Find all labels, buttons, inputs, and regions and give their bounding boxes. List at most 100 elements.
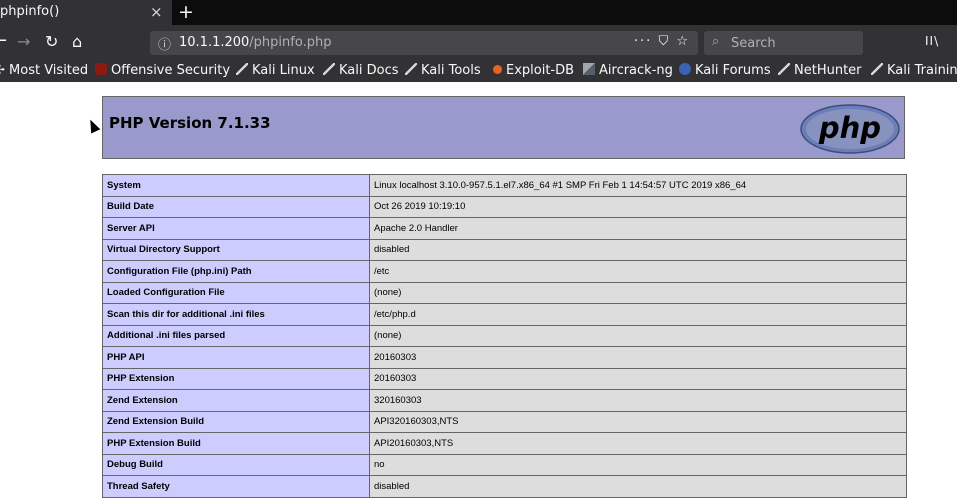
row-value: disabled (369, 475, 907, 498)
bookmark-label: Kali Linux (252, 63, 315, 78)
row-value: (none) (369, 281, 907, 304)
search-icon: ⌕ (712, 34, 720, 49)
row-key: PHP API (102, 346, 370, 369)
bookmark-offensive-security[interactable]: Offensive Security (95, 63, 230, 78)
bookmark-kali-linux[interactable]: Kali Linux (236, 63, 315, 78)
table-row: PHP API 20160303 (102, 346, 907, 369)
search-input[interactable] (731, 35, 851, 51)
bookmark-label: Kali Docs (339, 63, 399, 78)
url-host: 10.1.1.200 (179, 35, 250, 50)
page-title: PHP Version 7.1.33 (109, 114, 271, 132)
table-row: Thread Safety disabled (102, 475, 907, 498)
bookmark-nethunter[interactable]: NetHunter (778, 63, 862, 78)
row-key: Thread Safety (102, 475, 370, 498)
close-icon[interactable]: × (150, 3, 163, 21)
row-value: 320160303 (369, 389, 907, 412)
library-icon[interactable]: II\ (925, 34, 939, 48)
row-value: disabled (369, 238, 907, 261)
table-row: Debug Build no (102, 453, 907, 476)
forward-button[interactable]: → (17, 32, 30, 51)
new-tab-button[interactable]: + (178, 0, 194, 24)
bookmark-kali-training[interactable]: Kali Training (871, 63, 957, 78)
php-logo-text: php (818, 111, 881, 145)
row-value: 20160303 (369, 367, 907, 390)
row-key: Debug Build (102, 453, 370, 476)
kali-forums-icon (679, 63, 691, 75)
row-value: (none) (369, 324, 907, 347)
table-row: System Linux localhost 3.10.0-957.5.1.el7… (102, 174, 907, 197)
home-button[interactable]: ⌂ (72, 32, 82, 51)
url-text[interactable]: 10.1.1.200/phpinfo.php (179, 35, 331, 50)
row-value: 20160303 (369, 346, 907, 369)
row-key: Virtual Directory Support (102, 238, 370, 261)
bookmark-kali-docs[interactable]: Kali Docs (323, 63, 399, 78)
kali-dragon-icon (871, 63, 883, 75)
tab-phpinfo[interactable]: phpinfo() × (0, 0, 172, 25)
row-value: no (369, 453, 907, 476)
table-row: Scan this dir for additional .ini files /… (102, 303, 907, 326)
bookmark-label: Offensive Security (111, 63, 231, 78)
bookmark-kali-forums[interactable]: Kali Forums (679, 63, 771, 78)
navigation-bar: ← → ↻ ⌂ ⓘ 10.1.1.200/phpinfo.php ··· ⛉ ☆… (0, 25, 957, 62)
bookmark-label: Kali Tools (421, 63, 481, 78)
row-value: API20160303,NTS (369, 432, 907, 455)
bookmark-label: Exploit-DB (506, 63, 575, 78)
kali-dragon-icon (778, 63, 790, 75)
table-row: PHP Extension Build API20160303,NTS (102, 432, 907, 455)
row-key: Loaded Configuration File (102, 281, 370, 304)
search-bar[interactable]: ⌕ (704, 31, 863, 55)
row-key: Configuration File (php.ini) Path (102, 260, 370, 283)
row-key: Server API (102, 217, 370, 240)
table-row: Loaded Configuration File (none) (102, 281, 907, 304)
php-version-header: PHP Version 7.1.33 php (102, 96, 905, 159)
back-button[interactable]: ← (0, 30, 7, 51)
php-logo-icon[interactable]: php (800, 104, 900, 154)
tab-strip: phpinfo() × + (0, 0, 957, 25)
row-value: Linux localhost 3.10.0-957.5.1.el7.x86_6… (369, 174, 907, 197)
php-info-table: System Linux localhost 3.10.0-957.5.1.el7… (102, 174, 907, 498)
table-row: Virtual Directory Support disabled (102, 238, 907, 261)
url-bar[interactable]: ⓘ 10.1.1.200/phpinfo.php ··· ⛉ ☆ (150, 31, 698, 55)
bookmark-aircrack-ng[interactable]: Aircrack-ng (583, 63, 673, 78)
aircrack-icon (583, 63, 595, 75)
row-key: Additional .ini files parsed (102, 324, 370, 347)
kali-dragon-icon (405, 63, 417, 75)
row-key: PHP Extension (102, 367, 370, 390)
table-row: Configuration File (php.ini) Path/etc (102, 260, 907, 283)
mouse-pointer-icon (85, 117, 101, 134)
kali-dragon-icon (323, 63, 335, 75)
bookmark-kali-tools[interactable]: Kali Tools (405, 63, 481, 78)
row-value: Oct 26 2019 10:19:10 (369, 195, 907, 218)
exploit-db-icon (493, 65, 502, 74)
row-key: Scan this dir for additional .ini files (102, 303, 370, 326)
table-row: Server API Apache 2.0 Handler (102, 217, 907, 240)
row-key: Zend Extension Build (102, 410, 370, 433)
kali-dragon-icon (236, 63, 248, 75)
table-row: Zend Extension 320160303 (102, 389, 907, 412)
row-value: API320160303,NTS (369, 410, 907, 433)
row-value: Apache 2.0 Handler (369, 217, 907, 240)
row-key: Build Date (102, 195, 370, 218)
bookmark-label: ✢ Most Visited (0, 63, 89, 78)
tab-title: phpinfo() (0, 4, 60, 19)
row-key: Zend Extension (102, 389, 370, 412)
row-value: /etc/php.d (369, 303, 907, 326)
bookmark-label: NetHunter (794, 63, 862, 78)
table-row: Build Date Oct 26 2019 10:19:10 (102, 195, 907, 218)
bookmark-label: Aircrack-ng (599, 63, 673, 78)
table-row: Zend Extension Build API320160303,NTS (102, 410, 907, 433)
bookmark-exploit-db[interactable]: Exploit-DB (493, 63, 574, 78)
page-actions-icon[interactable]: ··· ⛉ ☆ (634, 34, 690, 49)
row-value: /etc (369, 260, 907, 283)
row-key: PHP Extension Build (102, 432, 370, 455)
bookmark-most-visited[interactable]: ✢ Most Visited (0, 63, 88, 78)
table-row: Additional .ini files parsed (none) (102, 324, 907, 347)
info-icon[interactable]: ⓘ (158, 34, 171, 53)
url-path: /phpinfo.php (249, 35, 332, 50)
bookmarks-toolbar: ✢ Most Visited Offensive Security Kali L… (0, 62, 957, 82)
table-row: PHP Extension 20160303 (102, 367, 907, 390)
bookmark-label: Kali Training (887, 63, 957, 78)
bookmark-label: Kali Forums (695, 63, 771, 78)
offsec-icon (95, 63, 107, 75)
reload-button[interactable]: ↻ (45, 32, 58, 51)
